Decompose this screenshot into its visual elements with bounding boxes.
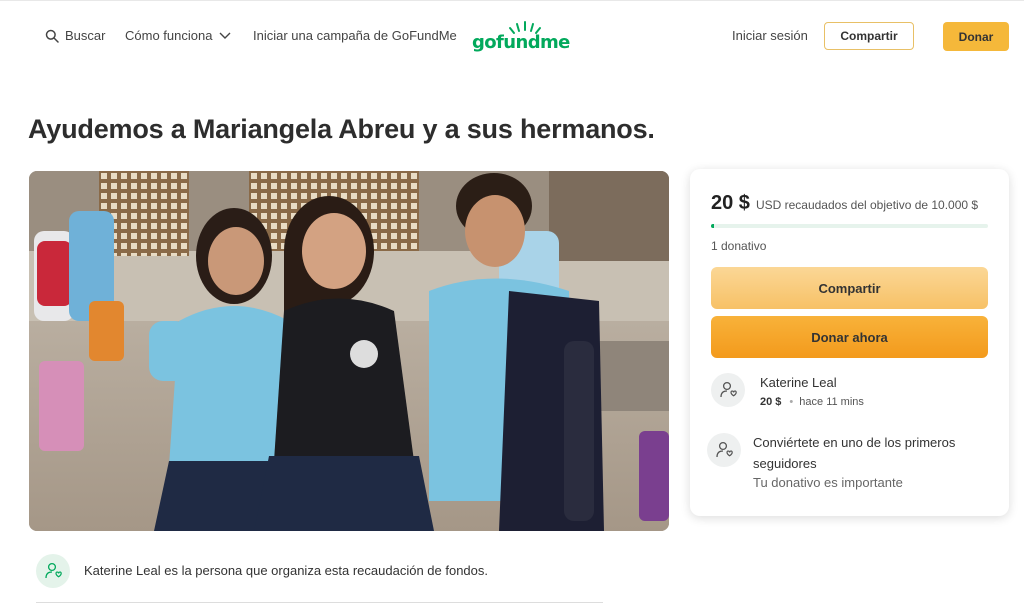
top-border	[0, 0, 1024, 1]
donor-meta: 20 $ • hace 11 mins	[760, 396, 864, 408]
start-campaign-label: Iniciar una campaña de GoFundMe	[253, 28, 457, 43]
donate-now-button[interactable]: Donar ahora	[711, 316, 988, 358]
supporter-avatar	[707, 433, 741, 467]
start-campaign-link[interactable]: Iniciar una campaña de GoFundMe	[253, 28, 457, 43]
search-icon	[45, 29, 59, 43]
sign-in-label: Iniciar sesión	[732, 28, 808, 43]
section-divider	[36, 602, 603, 603]
donation-card: 20 $ USD recaudados del objetivo de 10.0…	[690, 169, 1009, 516]
donor-name: Katerine Leal	[760, 375, 837, 390]
first-supporter-cta: Conviértete en uno de los primeros segui…	[753, 435, 956, 471]
logo-wordmark: gofundme	[472, 32, 570, 53]
donor-amount: 20 $	[760, 396, 782, 408]
progress-fill	[711, 224, 715, 228]
campaign-photo	[29, 171, 669, 531]
search-label: Buscar	[65, 28, 106, 43]
goal-text: USD recaudados del objetivo de 10.000 $	[755, 198, 979, 212]
amount-raised-row: 20 $ USD recaudados del objetivo de 10.0…	[711, 192, 978, 215]
donor-heart-icon	[720, 381, 737, 398]
donor-avatar	[711, 373, 745, 407]
chevron-down-icon	[219, 32, 231, 39]
organizer-text: Katerine Leal es la persona que organiza…	[84, 563, 489, 578]
organizer-icon	[45, 562, 62, 579]
sign-in-link[interactable]: Iniciar sesión	[732, 28, 808, 43]
donor-time: hace 11 mins	[799, 396, 864, 408]
header-share-button[interactable]: Compartir	[824, 22, 914, 50]
header-donate-button[interactable]: Donar	[943, 22, 1009, 51]
campaign-title: Ayudemos a Mariangela Abreu y a sus herm…	[28, 114, 655, 144]
donation-count: 1 donativo	[711, 239, 767, 253]
how-it-works-menu[interactable]: Cómo funciona	[125, 28, 232, 43]
gofundme-logo[interactable]: gofundme	[472, 20, 570, 54]
progress-bar	[711, 224, 988, 228]
how-it-works-label: Cómo funciona	[125, 28, 213, 43]
search-link[interactable]: Buscar	[45, 28, 105, 43]
supporter-heart-icon	[716, 441, 733, 458]
share-button[interactable]: Compartir	[711, 267, 988, 309]
organizer-avatar	[36, 554, 70, 588]
cta-subtitle: Tu donativo es importante	[753, 475, 903, 490]
amount-raised: 20 $	[711, 192, 750, 214]
separator-dot: •	[789, 396, 794, 408]
